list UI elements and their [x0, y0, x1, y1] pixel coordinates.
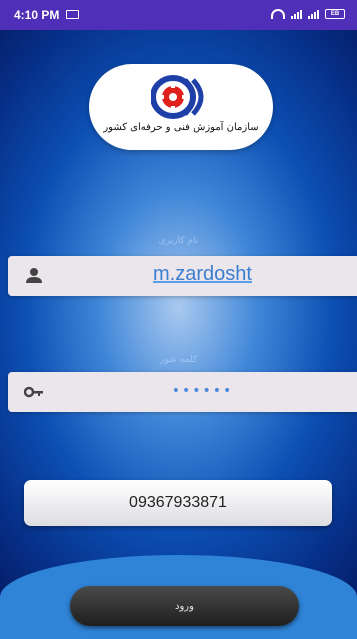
username-label: نام کاربری: [158, 236, 199, 246]
org-name: سازمان آموزش فنی و حرفه‌ای کشور: [103, 122, 259, 133]
phone-number-button[interactable]: 09367933871: [24, 480, 332, 526]
wifi-icon: [271, 9, 285, 19]
logo-card: سازمان آموزش فنی و حرفه‌ای کشور: [89, 64, 273, 150]
org-logo-icon: [151, 75, 204, 119]
status-bar: 4:10 PM EB: [0, 0, 357, 30]
battery-icon: EB: [325, 9, 345, 19]
password-label: کلمه عبور: [159, 355, 198, 365]
signal-icon: [291, 9, 302, 19]
login-button[interactable]: ورود: [70, 586, 299, 626]
signal-icon-2: [308, 9, 319, 19]
key-icon: [24, 386, 43, 398]
status-time: 4:10 PM: [14, 8, 60, 22]
password-field[interactable]: ••••••: [8, 372, 357, 412]
status-icons: EB: [271, 9, 345, 19]
person-icon: [26, 268, 42, 283]
username-input[interactable]: m.zardosht: [58, 263, 347, 286]
password-input[interactable]: ••••••: [58, 383, 347, 399]
screenshot-icon: [66, 10, 79, 19]
username-field[interactable]: m.zardosht: [8, 256, 357, 296]
